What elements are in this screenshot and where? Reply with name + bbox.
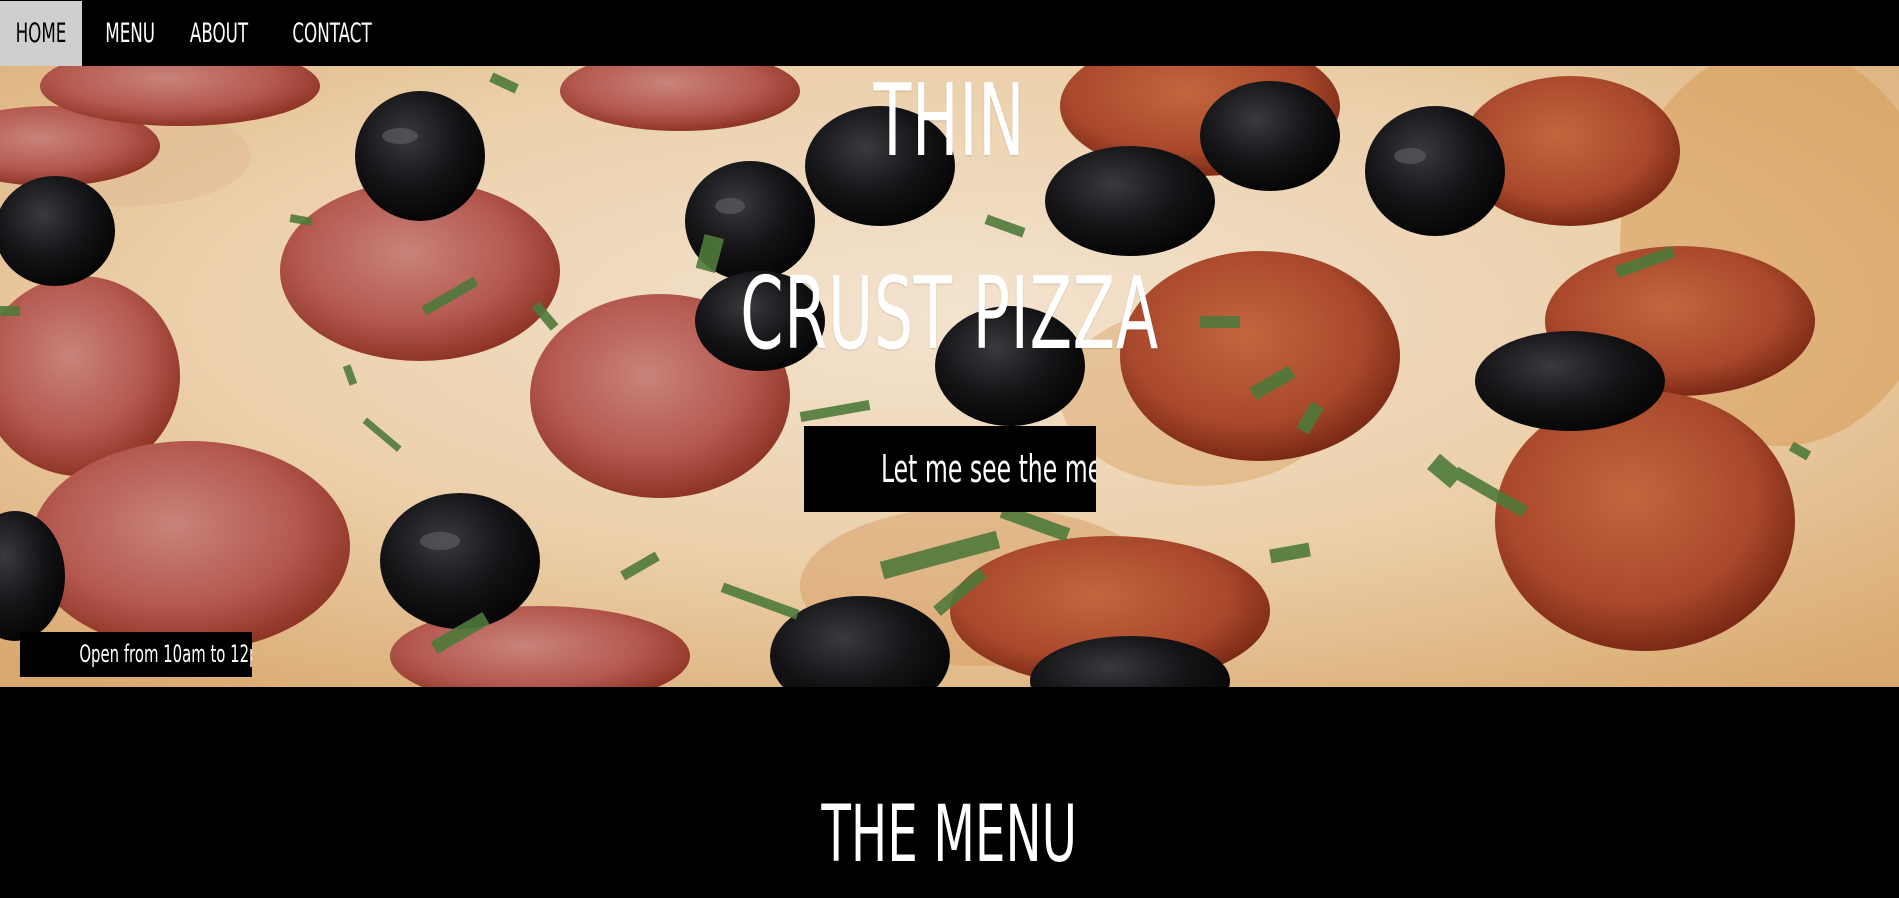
nav-about-label: ABOUT (189, 18, 249, 49)
hero-title-line-2: CRUST PIZZA (0, 256, 1899, 371)
nav-about-link[interactable]: ABOUT (172, 1, 252, 66)
opening-hours-text: Open from 10am to 12pm (79, 640, 252, 668)
menu-section-heading-text: THE MENU (821, 790, 1078, 880)
see-menu-button-label: Let me see the menu (880, 447, 1096, 491)
hero-title-text-2: CRUST PIZZA (740, 255, 1159, 372)
see-menu-button[interactable]: Let me see the menu (804, 426, 1096, 512)
nav-home-link[interactable]: HOME (0, 1, 82, 66)
nav-menu-link[interactable]: MENU (90, 1, 158, 66)
hero-title-line-1: THIN (0, 68, 1899, 173)
hero-title-text-1: THIN (873, 66, 1026, 179)
top-nav: HOME MENU ABOUT CONTACT (0, 0, 1899, 66)
hero-section: THIN CRUST PIZZA Let me see the menu Ope… (0, 66, 1899, 687)
nav-home-label: HOME (15, 18, 67, 49)
nav-contact-link[interactable]: CONTACT (268, 1, 371, 66)
nav-menu-label: MENU (105, 18, 156, 49)
menu-section-heading: THE MENU (0, 790, 1899, 880)
opening-hours-badge: Open from 10am to 12pm (20, 632, 252, 677)
nav-contact-label: CONTACT (292, 18, 372, 49)
